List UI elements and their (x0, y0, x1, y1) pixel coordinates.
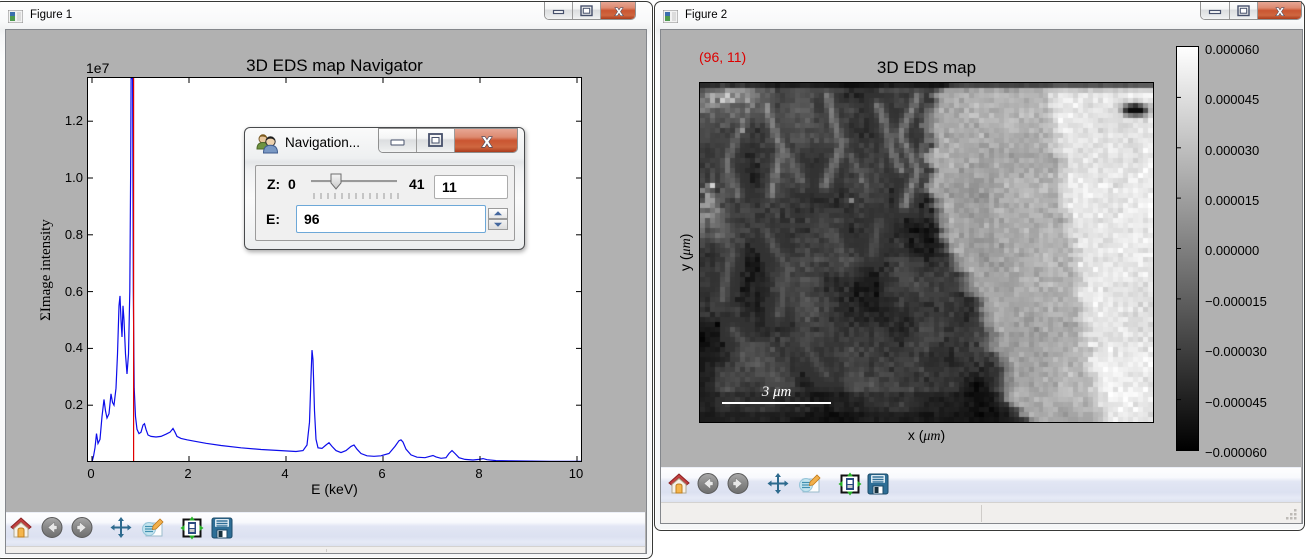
svg-text:x: x (615, 3, 623, 19)
svg-text:x: x (482, 131, 492, 151)
svg-text:x: x (1276, 3, 1284, 19)
